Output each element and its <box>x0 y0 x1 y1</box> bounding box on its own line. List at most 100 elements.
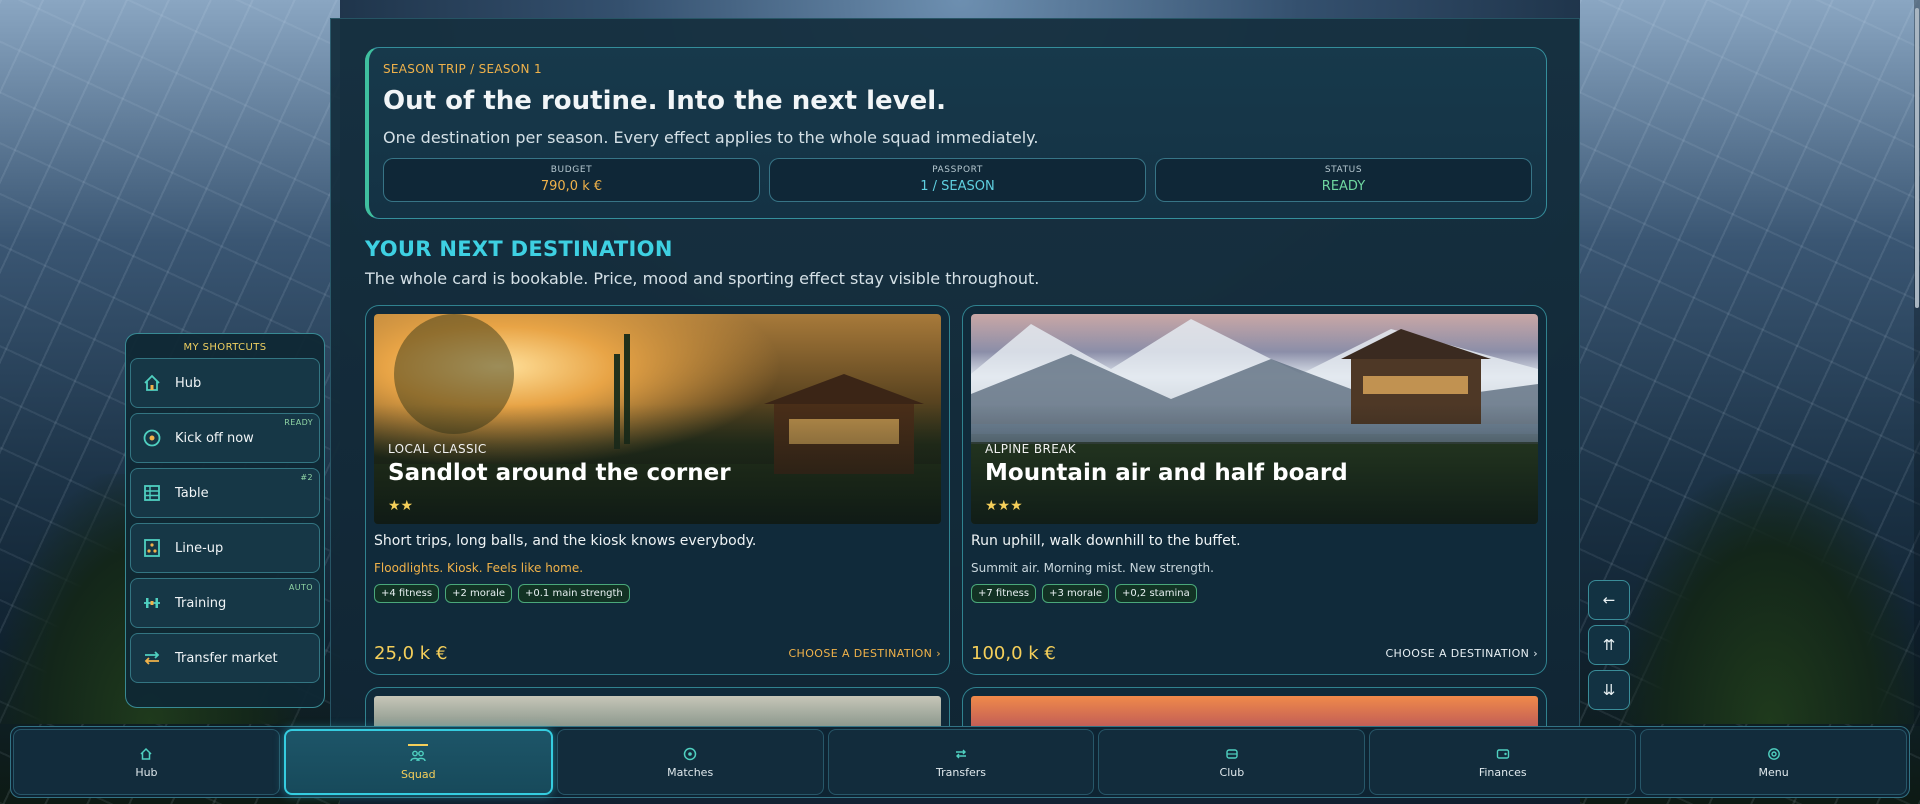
stat-label: BUDGET <box>550 165 593 175</box>
transfer-arrows-icon <box>141 647 163 669</box>
page-title: Out of the routine. Into the next level. <box>383 86 947 116</box>
nav-label: Matches <box>667 765 714 779</box>
effect-chip: +2 morale <box>445 584 513 603</box>
card-footer: 25,0 k € CHOOSE A DESTINATION › <box>374 643 941 664</box>
stat-value: 790,0 k € <box>540 179 603 194</box>
shortcuts-title: MY SHORTCUTS <box>183 342 267 353</box>
shortcut-label: Table <box>175 485 209 501</box>
nav-club[interactable]: Club <box>1098 729 1366 795</box>
shortcut-transfer-market[interactable]: Transfer market <box>130 633 320 683</box>
shortcut-label: Training <box>175 595 227 611</box>
section-subtitle: The whole card is bookable. Price, mood … <box>365 269 1040 288</box>
home-icon <box>141 372 163 394</box>
effect-chips: +4 fitness +2 morale +0.1 main strength <box>374 584 941 603</box>
back-button[interactable]: ← <box>1588 580 1630 620</box>
lineup-icon <box>141 537 163 559</box>
shortcut-label: Line-up <box>175 540 224 556</box>
destination-description: Short trips, long balls, and the kiosk k… <box>374 533 757 549</box>
scroll-top-button[interactable]: ⇈ <box>1588 625 1630 665</box>
stadium-icon <box>1224 746 1240 762</box>
bottom-navigation: Hub Squad Matches Transfers Club Finance… <box>10 726 1910 798</box>
choose-destination-button[interactable]: CHOOSE A DESTINATION › <box>788 647 941 660</box>
nav-matches[interactable]: Matches <box>556 729 824 795</box>
shortcut-table[interactable]: Table #2 <box>130 468 320 518</box>
card-footer: 100,0 k € CHOOSE A DESTINATION › <box>971 643 1538 664</box>
effect-chip: +4 fitness <box>374 584 440 603</box>
effect-chip: +7 fitness <box>971 584 1037 603</box>
destination-image: LOCAL CLASSIC Sandlot around the corner … <box>374 314 941 524</box>
image-caption: LOCAL CLASSIC Sandlot around the corner <box>388 442 731 486</box>
effect-chip: +0.1 main strength <box>518 584 630 603</box>
nav-transfers[interactable]: Transfers <box>827 729 1095 795</box>
shortcut-label: Transfer market <box>175 650 278 666</box>
shortcuts-panel: MY SHORTCUTS Hub Kick off now READY Tabl… <box>125 333 325 708</box>
stat-value: READY <box>1321 179 1366 194</box>
shortcut-kick-off[interactable]: Kick off now READY <box>130 413 320 463</box>
status-badge: READY <box>284 418 313 427</box>
page-subtitle: One destination per season. Every effect… <box>383 128 1039 147</box>
dumbbell-icon <box>141 592 163 614</box>
destination-note: Summit air. Morning mist. New strength. <box>971 561 1214 575</box>
nav-label: Club <box>1219 765 1245 779</box>
shortcut-label: Kick off now <box>175 430 254 446</box>
stats-row: BUDGET 790,0 k € PASSPORT 1 / SEASON STA… <box>383 158 1532 202</box>
effect-chip: +3 morale <box>1042 584 1110 603</box>
hero-banner: SEASON TRIP / SEASON 1 Out of the routin… <box>365 47 1547 219</box>
foliage-right <box>1620 474 1920 724</box>
destination-image <box>374 696 941 729</box>
nav-label: Hub <box>135 765 158 779</box>
scroll-bottom-button[interactable]: ⇊ <box>1588 670 1630 710</box>
destination-card-next[interactable] <box>365 687 950 729</box>
destination-note: Floodlights. Kiosk. Feels like home. <box>374 561 584 575</box>
destination-card-next[interactable] <box>962 687 1547 729</box>
ball-icon <box>682 746 698 762</box>
nav-label: Finances <box>1478 765 1527 779</box>
shortcut-training[interactable]: Training AUTO <box>130 578 320 628</box>
star-rating: ★★★ <box>985 498 1023 514</box>
destination-title: Mountain air and half board <box>985 460 1348 486</box>
effect-chip: +0,2 stamina <box>1115 584 1197 603</box>
destination-price: 100,0 k € <box>971 643 1056 664</box>
nav-label: Transfers <box>936 765 986 779</box>
stat-label: STATUS <box>1324 165 1363 175</box>
stat-label: PASSPORT <box>932 165 983 175</box>
nav-finances[interactable]: Finances <box>1369 729 1637 795</box>
nav-hub[interactable]: Hub <box>13 729 280 795</box>
settings-icon <box>1766 746 1782 762</box>
choose-destination-button[interactable]: CHOOSE A DESTINATION › <box>1385 647 1538 660</box>
destination-image: ALPINE BREAK Mountain air and half board… <box>971 314 1538 524</box>
nav-label: Squad <box>400 767 436 781</box>
star-rating: ★★ <box>388 498 414 514</box>
nav-menu[interactable]: Menu <box>1640 729 1908 795</box>
nav-squad[interactable]: Squad <box>283 729 553 795</box>
ball-icon <box>141 427 163 449</box>
destination-price: 25,0 k € <box>374 643 448 664</box>
scroll-controls: ← ⇈ ⇊ <box>1588 580 1632 715</box>
nav-label: Menu <box>1758 765 1789 779</box>
shortcut-label: Hub <box>175 375 202 391</box>
shortcut-hub[interactable]: Hub <box>130 358 320 408</box>
destination-card-sandlot[interactable]: LOCAL CLASSIC Sandlot around the corner … <box>365 305 950 675</box>
scrollbar-thumb[interactable] <box>1915 8 1919 308</box>
effect-chips: +7 fitness +3 morale +0,2 stamina <box>971 584 1538 603</box>
destination-title: Sandlot around the corner <box>388 460 731 486</box>
wallet-icon <box>1495 746 1511 762</box>
stat-status: STATUS READY <box>1155 158 1532 202</box>
season-trip-panel: SEASON TRIP / SEASON 1 Out of the routin… <box>330 18 1580 730</box>
squad-icon <box>410 748 426 764</box>
home-icon <box>138 746 154 762</box>
transfer-arrows-icon <box>953 746 969 762</box>
table-icon <box>141 482 163 504</box>
stat-value: 1 / SEASON <box>920 179 995 194</box>
destination-tag: LOCAL CLASSIC <box>388 442 487 456</box>
rank-badge: #2 <box>300 473 313 482</box>
destination-tag: ALPINE BREAK <box>985 442 1077 456</box>
page-scrollbar[interactable] <box>1914 0 1920 726</box>
section-title: YOUR NEXT DESTINATION <box>365 237 673 261</box>
destination-card-alpine[interactable]: ALPINE BREAK Mountain air and half board… <box>962 305 1547 675</box>
image-caption: ALPINE BREAK Mountain air and half board <box>985 442 1348 486</box>
destination-image <box>971 696 1538 729</box>
shortcut-line-up[interactable]: Line-up <box>130 523 320 573</box>
active-indicator <box>408 743 429 746</box>
stat-budget: BUDGET 790,0 k € <box>383 158 760 202</box>
